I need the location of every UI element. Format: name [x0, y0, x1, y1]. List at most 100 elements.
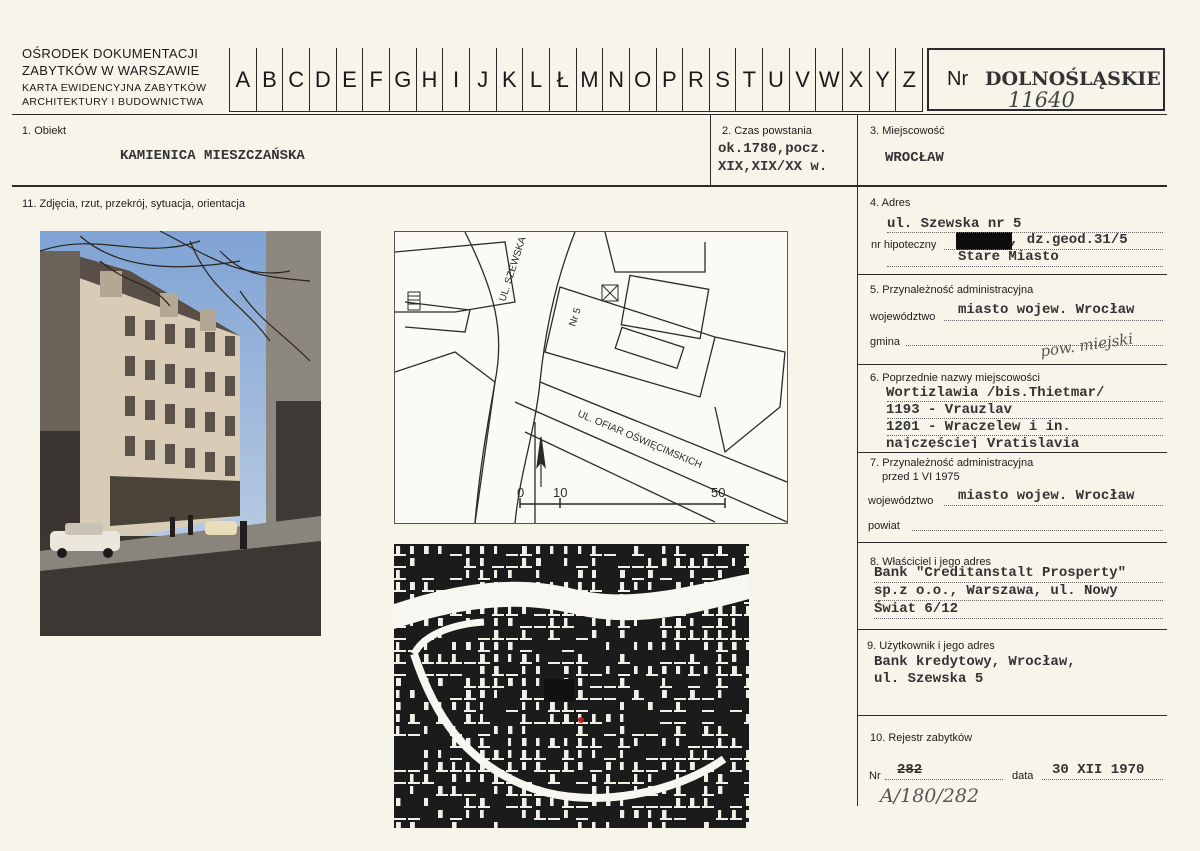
- map-street-segment: [718, 810, 722, 818]
- map-street-segment: [564, 810, 568, 818]
- field10-nr-value: 282: [897, 762, 923, 778]
- field6-line3: 1201 - Wraczelew i in.: [886, 419, 1071, 435]
- map-street-segment: [494, 750, 499, 758]
- map-street-segment: [674, 758, 686, 760]
- dotted-line: [1042, 779, 1163, 780]
- map-street-segment: [548, 626, 560, 628]
- map-street-segment: [508, 726, 513, 734]
- map-street-segment: [408, 722, 420, 724]
- map-street-segment: [618, 566, 630, 568]
- map-street-segment: [562, 722, 574, 724]
- map-street-segment: [410, 546, 414, 554]
- facade-window: [165, 444, 175, 464]
- map-street-segment: [716, 674, 728, 676]
- map-street-segment: [536, 738, 540, 746]
- map-street-segment: [688, 758, 700, 760]
- field10-handwritten: A/180/282: [880, 785, 980, 807]
- map-street-segment: [520, 722, 532, 724]
- map-street-segment: [480, 774, 484, 782]
- map-street-segment: [688, 698, 700, 700]
- map-street-segment: [452, 642, 457, 650]
- map-street-segment: [732, 738, 736, 746]
- map-street-segment: [410, 822, 415, 828]
- map-street-segment: [422, 782, 434, 784]
- map-street-segment: [452, 702, 457, 710]
- map-street-segment: [396, 798, 401, 806]
- map-street-segment: [536, 702, 540, 710]
- index-letter: R: [682, 48, 709, 111]
- field7-powiat-label: powiat: [868, 520, 900, 532]
- rule-header-bottom: [12, 185, 1167, 187]
- map-street-segment: [702, 734, 714, 736]
- map-street-segment: [732, 630, 736, 638]
- map-street-segment: [660, 686, 672, 688]
- map-street-segment: [522, 762, 526, 770]
- map-street-segment: [578, 750, 582, 758]
- facade-window: [185, 368, 195, 388]
- facade-window: [165, 364, 175, 384]
- map-street-segment: [466, 798, 470, 806]
- map-street-segment: [744, 722, 749, 724]
- map-street-segment: [450, 758, 462, 760]
- map-street-segment: [648, 570, 653, 578]
- map-street-segment: [744, 554, 749, 556]
- map-street-segment: [424, 546, 429, 554]
- map-street-segment: [492, 758, 504, 760]
- field1-value: KAMIENICA MIESZCZAŃSKA: [120, 148, 305, 164]
- map-street-segment: [436, 770, 448, 772]
- map-street-segment: [464, 770, 476, 772]
- map-street-segment: [410, 774, 414, 782]
- map-street-segment: [578, 822, 582, 828]
- index-letter: X: [842, 48, 869, 111]
- map-street-segment: [634, 810, 639, 818]
- index-letter: Z: [895, 48, 922, 111]
- map-street-segment: [690, 654, 695, 662]
- map-street-segment: [744, 686, 749, 688]
- map-street-segment: [450, 698, 462, 700]
- map-street-segment: [618, 674, 630, 676]
- nr-label: Nr: [947, 68, 969, 90]
- map-street-segment: [394, 590, 406, 592]
- map-street-segment: [606, 762, 611, 770]
- map-street-segment: [620, 678, 625, 686]
- map-street-segment: [492, 638, 504, 640]
- map-street-segment: [704, 558, 708, 566]
- site-plan: UL. SZEWSKA Nr 5 UL. OFIAR OŚWIĘCIMSKICH…: [394, 231, 788, 524]
- map-street-segment: [746, 606, 749, 614]
- map-street-segment: [632, 734, 644, 736]
- map-street-segment: [688, 566, 700, 568]
- map-street-segment: [732, 558, 736, 566]
- map-street-segment: [718, 546, 722, 554]
- map-street-segment: [674, 806, 686, 808]
- map-street-segment: [604, 698, 616, 700]
- map-street-segment: [506, 794, 518, 796]
- map-street-segment: [648, 774, 652, 782]
- map-street-segment: [730, 614, 742, 616]
- map-street-segment: [592, 558, 596, 566]
- map-street-segment: [704, 786, 708, 794]
- map-street-segment: [478, 650, 490, 652]
- field4-label: 4. Adres: [870, 197, 911, 209]
- map-street-segment: [394, 566, 406, 568]
- map-street-segment: [676, 558, 680, 566]
- map-street-segment: [480, 678, 485, 686]
- index-letter: W: [815, 48, 842, 111]
- facade-window: [145, 360, 155, 380]
- map-street-segment: [718, 630, 722, 638]
- map-street-segment: [578, 726, 583, 734]
- facade-window: [225, 336, 235, 356]
- map-street-segment: [704, 666, 708, 674]
- map-street-segment: [536, 666, 540, 674]
- map-street-segment: [522, 738, 527, 746]
- map-street-segment: [716, 746, 728, 748]
- map-street-segment: [718, 618, 722, 626]
- map-street-segment: [662, 642, 666, 650]
- map-street-segment: [732, 618, 736, 626]
- map-street-segment: [520, 566, 532, 568]
- record-card: OŚRODEK DOKUMENTACJI ZABYTKÓW W WARSZAWI…: [0, 0, 1200, 851]
- map-street-segment: [422, 662, 434, 664]
- map-street-segment: [480, 690, 485, 698]
- map-street-segment: [550, 618, 554, 626]
- dotted-line: [887, 418, 1163, 419]
- map-street-segment: [450, 770, 462, 772]
